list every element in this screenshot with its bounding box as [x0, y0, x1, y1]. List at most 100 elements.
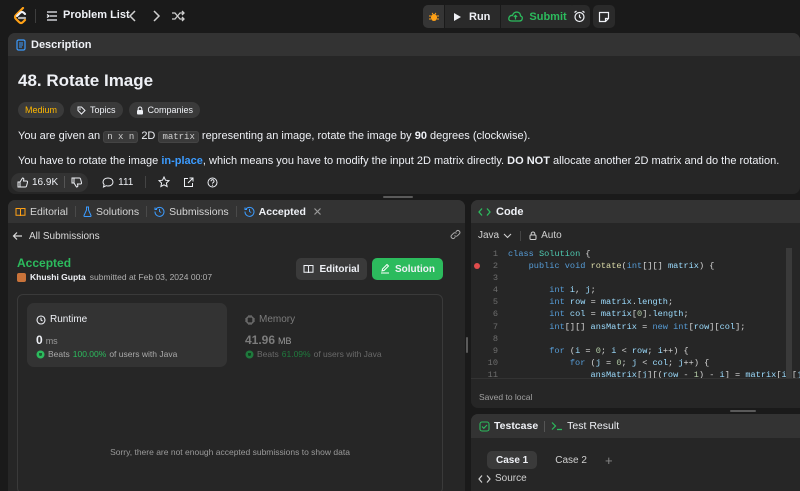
thumbs-up-icon[interactable]	[17, 176, 28, 188]
back-to-submissions[interactable]: All Submissions	[12, 229, 461, 243]
run-submit-group: Run Submit	[423, 5, 576, 28]
case-tab-2[interactable]: Case 2	[546, 451, 596, 469]
add-case-button[interactable]: +	[605, 453, 613, 468]
code-line[interactable]: 1 class Solution {	[471, 248, 800, 260]
editor-scrollbar[interactable]	[786, 248, 792, 378]
code-text: ansMatrix[j][(row - 1) - i] = matrix[i][…	[590, 369, 800, 378]
in-place-link[interactable]: in-place	[161, 155, 203, 167]
empty-distribution-message: Sorry, there are not enough accepted sub…	[110, 447, 350, 457]
help-button[interactable]	[207, 177, 218, 188]
topics-tag[interactable]: Topics	[70, 102, 123, 118]
tab-submissions[interactable]: Submissions	[154, 206, 229, 218]
difficulty-label: Medium	[25, 105, 58, 115]
code-line[interactable]: 7 int[][] ansMatrix = new int[row][col];	[471, 321, 800, 333]
comments-button[interactable]: 111	[102, 177, 133, 188]
clock-icon	[36, 314, 46, 325]
code-text: int i, j;	[549, 285, 596, 296]
back-label: All Submissions	[29, 230, 100, 242]
code-editor[interactable]: 1 class Solution {2 public void rotate(in…	[471, 248, 800, 378]
code-line[interactable]: 8	[471, 333, 800, 345]
submitted-at: submitted at Feb 03, 2024 00:07	[89, 272, 213, 282]
runtime-unit: ms	[45, 336, 58, 346]
tab-solutions[interactable]: Solutions	[83, 206, 139, 218]
link-icon[interactable]	[450, 229, 461, 240]
tab-test-result[interactable]: Test Result	[551, 420, 619, 432]
code-tab[interactable]: Code	[471, 200, 800, 223]
tab-accepted[interactable]: Accepted	[244, 206, 322, 218]
text: You are given an	[18, 130, 101, 142]
saved-status: Saved to local	[471, 378, 800, 408]
language-select[interactable]: Java	[478, 230, 499, 241]
editorial-button[interactable]: Editorial	[296, 258, 367, 280]
memory-card[interactable]: Memory 41.96 MB Beats 61.09% of users wit…	[236, 303, 436, 367]
tab-editorial[interactable]: Editorial	[15, 206, 68, 218]
line-number: 11	[487, 369, 498, 378]
code-line[interactable]: 4 int i, j;	[471, 284, 800, 296]
problem-list-link[interactable]: Problem List	[63, 9, 130, 21]
code-line[interactable]: 6 int col = matrix[0].length;	[471, 308, 800, 320]
solution-button-label: Solution	[395, 263, 435, 275]
leetcode-logo-icon[interactable]	[13, 7, 29, 25]
submit-button[interactable]: Submit	[501, 5, 575, 28]
avatar[interactable]	[17, 272, 26, 282]
line-number: 4	[492, 285, 498, 296]
chevron-left-icon[interactable]	[127, 9, 139, 23]
share-button[interactable]	[183, 177, 194, 188]
solution-button[interactable]: Solution	[372, 258, 443, 280]
code-text: class Solution {	[508, 249, 591, 259]
description-tab[interactable]: Description	[8, 33, 800, 56]
companies-label: Companies	[147, 105, 194, 115]
tab-testcase[interactable]: Testcase	[479, 420, 538, 432]
code-line[interactable]: 3	[471, 272, 800, 284]
like-count: 16.9K	[32, 176, 59, 188]
problem-list-icon[interactable]	[46, 10, 58, 22]
like-dislike-group: 16.9K	[11, 172, 89, 192]
code-text: for (j = 0; j < col; j++) {	[569, 357, 710, 368]
source-toggle[interactable]: Source	[478, 473, 527, 484]
code-line[interactable]: 10 for (j = 0; j < col; j++) {	[471, 357, 800, 369]
line-number: 1	[492, 249, 498, 259]
divider	[146, 206, 148, 217]
close-icon[interactable]	[313, 207, 322, 216]
beats-prefix: Beats	[48, 349, 70, 359]
divider	[35, 9, 36, 23]
code-text: public void rotate(int[][] matrix) {	[528, 261, 715, 272]
debug-button[interactable]	[423, 5, 445, 28]
chevron-right-icon[interactable]	[150, 9, 162, 23]
history-icon	[154, 206, 165, 217]
terminal-icon	[551, 422, 563, 431]
bold-text: 90	[414, 130, 427, 142]
inline-code: n x n	[103, 131, 139, 143]
notes-button[interactable]	[593, 5, 615, 28]
star-icon	[158, 176, 171, 188]
runtime-value: 0	[36, 333, 43, 347]
code-line[interactable]: 2 public void rotate(int[][] matrix) {	[471, 260, 800, 272]
line-number: 6	[492, 309, 498, 320]
author-name[interactable]: Khushi Gupta	[30, 272, 86, 282]
timer-button[interactable]	[568, 5, 590, 28]
thumbs-down-icon[interactable]	[71, 177, 83, 188]
auto-mode-label[interactable]: Auto	[541, 230, 562, 241]
lock-icon	[529, 231, 537, 240]
companies-tag[interactable]: Companies	[128, 102, 201, 118]
horizontal-resize-handle[interactable]	[383, 196, 413, 198]
tab-accepted-label: Accepted	[258, 205, 306, 218]
favorite-button[interactable]	[158, 176, 171, 188]
beats-prefix: Beats	[257, 349, 279, 359]
runtime-card[interactable]: Runtime 0 ms Beats 100.00% of users with …	[27, 303, 227, 367]
case-tab-1[interactable]: Case 1	[487, 451, 538, 469]
case-tabs: Case 1 Case 2 +	[487, 451, 613, 469]
code-line[interactable]: 5 int row = matrix.length;	[471, 296, 800, 308]
top-bar: Problem List Run Submit	[0, 0, 800, 32]
run-button[interactable]: Run	[445, 5, 502, 28]
runtime-value-row: 0 ms	[36, 333, 58, 347]
horizontal-resize-handle[interactable]	[730, 410, 756, 412]
code-line[interactable]: 11 ansMatrix[j][(row - 1) - i] = matrix[…	[471, 369, 800, 378]
book-icon	[15, 207, 26, 216]
chevron-down-icon[interactable]	[503, 233, 512, 239]
vertical-resize-handle[interactable]	[466, 337, 468, 353]
line-number: 10	[487, 357, 498, 368]
code-line[interactable]: 9 for (i = 0; i < row; i++) {	[471, 345, 800, 357]
shuffle-icon[interactable]	[171, 9, 185, 23]
runtime-label-row: Runtime	[36, 314, 87, 325]
